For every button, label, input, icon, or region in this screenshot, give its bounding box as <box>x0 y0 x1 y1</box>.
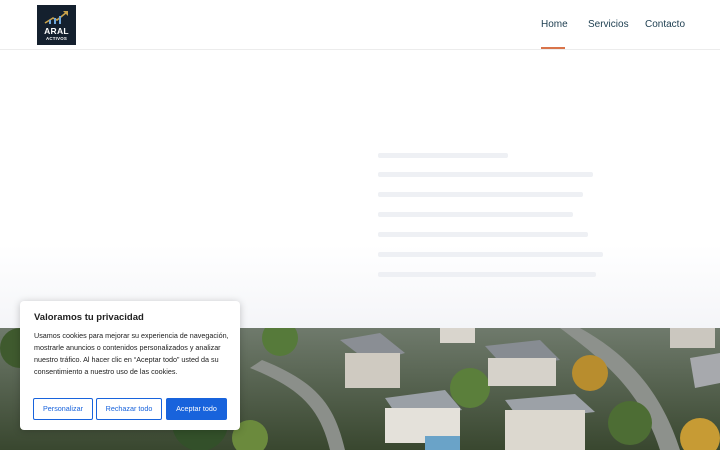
customize-button[interactable]: Personalizar <box>33 398 93 420</box>
hero-faded-line <box>378 192 583 197</box>
nav-item-servicios[interactable]: Servicios <box>588 18 629 32</box>
hero-faded-line <box>378 232 588 237</box>
hero-faded-line <box>378 272 596 277</box>
hero-faded-line <box>378 172 593 177</box>
hero-faded-line <box>378 153 508 158</box>
hero-faded-line <box>378 212 573 217</box>
nav-item-home[interactable]: Home <box>541 18 568 32</box>
site-header: ARAL ACTIVOS Home Servicios Contacto <box>0 0 720 50</box>
logo-arrow-icon <box>44 11 68 24</box>
hero-section <box>0 51 720 328</box>
accept-all-button[interactable]: Aceptar todo <box>166 398 227 420</box>
cookie-banner-text: Usamos cookies para mejorar su experienc… <box>34 331 229 376</box>
cookie-consent-banner: Valoramos tu privacidad Usamos cookies p… <box>20 301 240 430</box>
reject-all-button[interactable]: Rechazar todo <box>96 398 162 420</box>
cookie-banner-title: Valoramos tu privacidad <box>34 312 144 323</box>
nav-item-contacto[interactable]: Contacto <box>645 18 685 32</box>
nav-active-indicator <box>541 47 565 49</box>
logo-text-activos: ACTIVOS <box>46 36 67 41</box>
hero-faded-line <box>378 252 603 257</box>
logo-text-aral: ARAL <box>44 26 69 36</box>
site-logo[interactable]: ARAL ACTIVOS <box>37 5 76 45</box>
